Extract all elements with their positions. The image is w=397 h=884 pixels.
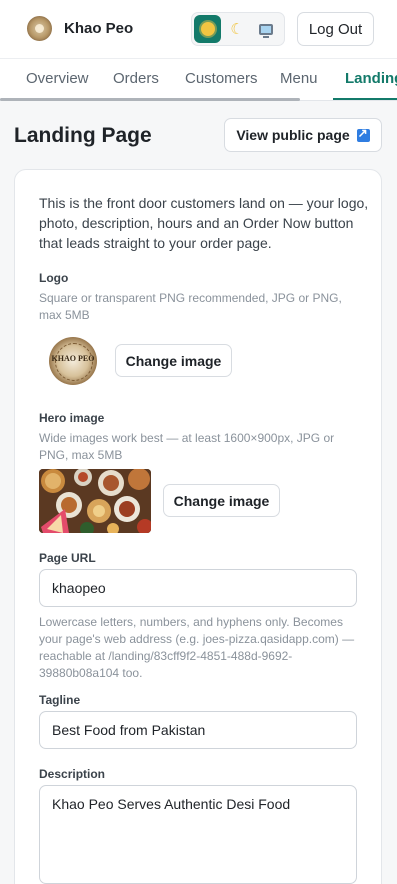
tab-orders[interactable]: Orders [113, 59, 159, 100]
sun-icon [200, 22, 215, 36]
moon-icon: ☾ [230, 21, 244, 38]
tab-landing[interactable]: Landing [333, 59, 397, 100]
hero-help: Wide images work best — at least 1600×90… [39, 431, 335, 462]
brand-logo [27, 16, 52, 41]
app-header: Khao Peo ☾ Log Out [0, 0, 397, 58]
brand-name: Khao Peo [64, 20, 134, 37]
tagline-label: Tagline [39, 693, 81, 707]
hero-image-preview [39, 469, 151, 533]
tab-menu[interactable]: Menu [280, 59, 318, 100]
logo-help: Square or transparent PNG recommended, J… [39, 291, 342, 322]
hero-food-image [39, 469, 151, 533]
light-theme-button[interactable] [194, 15, 222, 43]
description-label: Description [39, 767, 106, 781]
tab-overview[interactable]: Overview [26, 59, 89, 100]
page-url-help: Lowercase letters, numbers, and hyphens … [39, 615, 355, 680]
logout-button[interactable]: Log Out [297, 12, 374, 46]
tab-bar: Overview Orders Customers Menu Landing [0, 58, 397, 101]
tab-scrollbar[interactable] [0, 98, 300, 101]
tagline-input[interactable] [39, 711, 357, 749]
external-link-icon [356, 126, 370, 142]
view-public-page-label: View public page [236, 127, 350, 143]
change-hero-button[interactable]: Change image [163, 484, 280, 517]
monitor-icon [259, 23, 274, 38]
hero-label: Hero image [39, 411, 105, 425]
intro-text: This is the front door customers land on… [39, 195, 369, 251]
logo-preview-text: KHAO PEO [51, 354, 95, 363]
view-public-page-button[interactable]: View public page [224, 118, 382, 152]
theme-toggle: ☾ [191, 12, 285, 46]
page-url-label: Page URL [39, 551, 96, 565]
description-textarea[interactable]: Khao Peo Serves Authentic Desi Food [39, 785, 357, 884]
system-theme-button[interactable] [253, 15, 280, 43]
page-url-input[interactable] [39, 569, 357, 607]
change-logo-button[interactable]: Change image [115, 344, 232, 377]
logo-label: Logo [39, 271, 69, 285]
logo-preview: KHAO PEO [49, 337, 97, 385]
dark-theme-button[interactable]: ☾ [223, 15, 250, 43]
page-title: Landing Page [14, 124, 152, 147]
tab-customers[interactable]: Customers [185, 59, 258, 100]
